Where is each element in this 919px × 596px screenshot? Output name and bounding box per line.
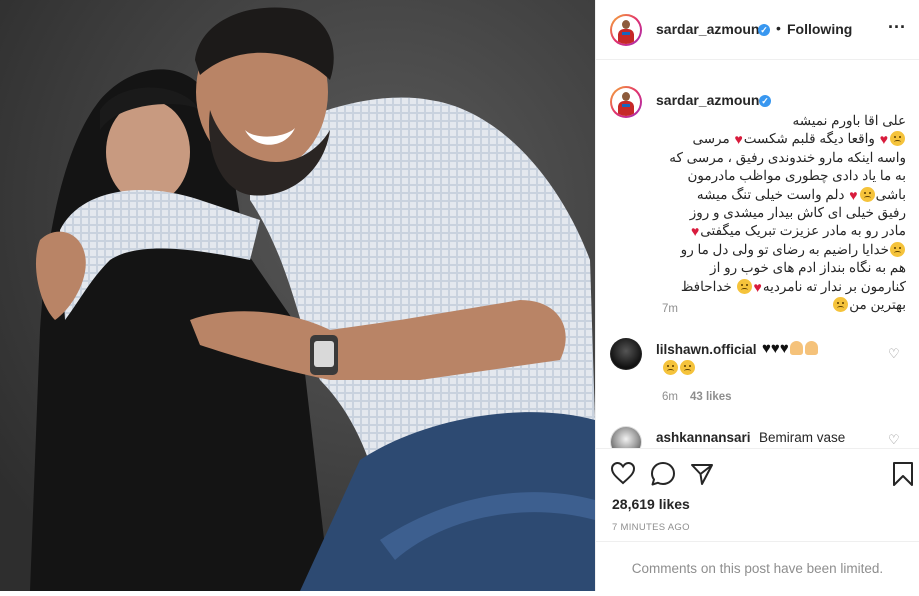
caption-line: مادر رو به مادر عزیزت تبریک میگفتی♥ bbox=[690, 223, 906, 240]
caption-line: باشی♥ دلم واست خیلی تنگ میشه bbox=[696, 186, 906, 203]
red-heart-emoji-icon: ♥ bbox=[849, 186, 858, 203]
comment-username[interactable]: ashkannansari bbox=[656, 430, 751, 445]
praying-hands-emoji-icon bbox=[804, 341, 818, 355]
comment-avatar[interactable] bbox=[610, 426, 642, 448]
bookmark-icon[interactable] bbox=[892, 461, 914, 487]
comment-username[interactable]: lilshawn.official bbox=[656, 342, 757, 357]
heart-outline-icon[interactable] bbox=[610, 461, 636, 485]
sad-face-emoji-icon bbox=[663, 360, 678, 375]
posted-time[interactable]: 7 MINUTES AGO bbox=[612, 522, 690, 533]
red-heart-emoji-icon: ♥ bbox=[753, 278, 762, 295]
sad-face-emoji-icon bbox=[736, 278, 752, 294]
comment-text: Bemiram vase bbox=[759, 430, 846, 445]
post-photo[interactable] bbox=[0, 0, 595, 591]
comment-row: ashkannansari Bemiram vase ♡ bbox=[596, 424, 919, 448]
verified-badge-icon: ✓ bbox=[758, 24, 770, 36]
speech-bubble-icon[interactable] bbox=[650, 461, 676, 487]
sad-face-emoji-icon bbox=[890, 241, 905, 257]
black-heart-emoji-icon: ♥ bbox=[779, 340, 789, 357]
paper-plane-icon[interactable] bbox=[690, 462, 714, 486]
caption-line: خدایا راضیم به رضای تو ولی دل ما رو bbox=[610, 241, 906, 259]
caption-text: علی اقا باورم نمیشه ♥ واقعا دیگه قلبم شک… bbox=[610, 112, 906, 314]
post-image bbox=[0, 0, 595, 591]
praying-hands-emoji-icon bbox=[789, 341, 803, 355]
caption-line: کنارمون بر ندار ته نامردیه♥ خداحافظ bbox=[680, 278, 906, 295]
comments-limited-notice: Comments on this post have been limited. bbox=[596, 541, 919, 591]
comment-like-icon[interactable]: ♡ bbox=[888, 346, 900, 362]
verified-badge-icon: ✓ bbox=[759, 95, 771, 107]
sad-face-emoji-icon bbox=[833, 297, 849, 313]
post-header: sardar_azmoun ✓ • Following ... bbox=[596, 0, 919, 60]
sad-face-emoji-icon bbox=[859, 186, 875, 202]
caption-line: واسه اینکه مارو خندوندی رفیق ، مرسی که bbox=[669, 149, 906, 165]
header-username[interactable]: sardar_azmoun bbox=[656, 21, 759, 37]
red-heart-emoji-icon: ♥ bbox=[690, 223, 700, 240]
caption-line: هم به نگاه بنداز ادم های خوب رو از bbox=[710, 260, 906, 276]
caption-line: ♥ واقعا دیگه قلبم شکست♥ مرسی bbox=[610, 130, 906, 148]
header-separator: • bbox=[776, 20, 781, 36]
avatar-image bbox=[612, 16, 640, 44]
caption-line: علی اقا باورم نمیشه bbox=[792, 113, 906, 128]
comment-timestamp[interactable]: 6m bbox=[662, 391, 678, 403]
sad-face-emoji-icon bbox=[890, 131, 905, 147]
comment-avatar[interactable] bbox=[610, 338, 642, 370]
likes-count[interactable]: 28,619 likes bbox=[612, 496, 690, 512]
caption-line: بهترین من bbox=[610, 296, 906, 314]
avatar[interactable] bbox=[610, 14, 642, 46]
caption-line: رفیق خیلی ای کاش بیدار میشدی و روز bbox=[689, 205, 906, 221]
comment-likes[interactable]: 43 likes bbox=[690, 391, 732, 403]
comment-text: ♥♥♥ bbox=[762, 340, 819, 357]
caption-timestamp[interactable]: 7m bbox=[662, 303, 678, 315]
red-heart-emoji-icon: ♥ bbox=[734, 131, 743, 148]
post-side-panel: sardar_azmoun ✓ • Following ... sardar_a… bbox=[595, 0, 919, 591]
following-button[interactable]: Following bbox=[787, 21, 852, 37]
sad-face-emoji-icon bbox=[680, 360, 695, 375]
comment-like-icon[interactable]: ♡ bbox=[888, 432, 900, 448]
more-options-icon[interactable]: ... bbox=[888, 12, 906, 33]
red-heart-emoji-icon: ♥ bbox=[879, 131, 888, 148]
caption-username[interactable]: sardar_azmoun bbox=[656, 92, 759, 108]
black-heart-emoji-icon: ♥ bbox=[762, 340, 771, 357]
black-heart-emoji-icon: ♥ bbox=[770, 340, 780, 357]
comment-text-line2 bbox=[662, 360, 696, 375]
caption-line: به ما یاد دادی چطوری مواظب مادرمون bbox=[687, 168, 907, 184]
